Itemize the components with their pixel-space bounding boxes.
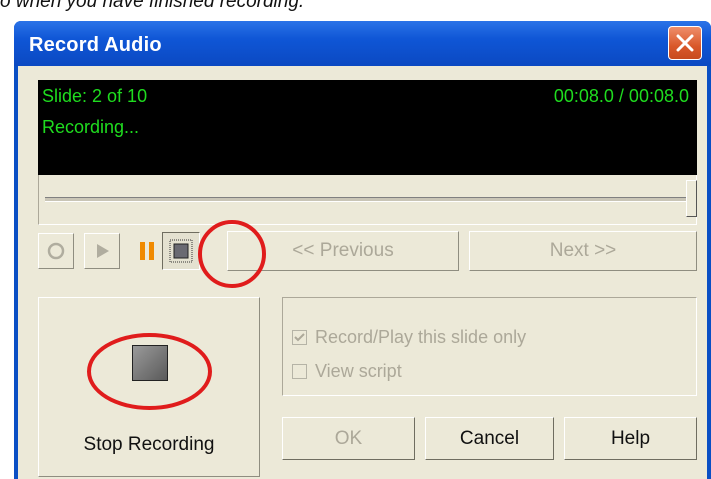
window-title: Record Audio (29, 34, 162, 56)
recording-status: Recording... (42, 117, 140, 137)
view-script-label: View script (315, 361, 402, 381)
highlight-circle-stop-button (198, 220, 266, 288)
play-button[interactable] (84, 233, 120, 269)
record-circle-icon (47, 242, 65, 260)
play-triangle-icon (97, 244, 109, 258)
stop-square-icon (169, 239, 193, 263)
record-audio-dialog: Record Audio Slide: 2 of 10 00:08.0 / 00… (14, 21, 711, 479)
close-icon (676, 34, 694, 52)
options-group: Record/Play this slide only View script (282, 297, 697, 396)
cancel-button[interactable]: Cancel (425, 417, 554, 460)
slider-track (45, 197, 687, 202)
ok-button[interactable]: OK (282, 417, 415, 460)
help-button[interactable]: Help (564, 417, 697, 460)
checkmark-icon (294, 333, 305, 342)
this-slide-only-label: Record/Play this slide only (315, 327, 527, 347)
instruction-caption: o when you have finished recording. (0, 0, 305, 12)
stop-recording-label: Stop Recording (83, 434, 215, 455)
pause-button[interactable] (130, 233, 166, 269)
position-slider[interactable] (38, 175, 697, 225)
slide-indicator: Slide: 2 of 10 (42, 86, 148, 106)
record-button[interactable] (38, 233, 74, 269)
dialog-body: Slide: 2 of 10 00:08.0 / 00:08.0 Recordi… (18, 66, 707, 479)
stop-button[interactable] (162, 232, 200, 270)
this-slide-only-checkbox[interactable] (292, 330, 307, 345)
close-button[interactable] (668, 26, 702, 60)
highlight-circle-stop-icon (87, 333, 212, 410)
status-display: Slide: 2 of 10 00:08.0 / 00:08.0 Recordi… (38, 80, 697, 175)
pause-bars-icon (140, 242, 154, 260)
title-bar: Record Audio (14, 21, 711, 66)
time-readout: 00:08.0 / 00:08.0 (553, 86, 689, 106)
view-script-checkbox[interactable] (292, 364, 307, 379)
slider-thumb[interactable] (686, 180, 697, 217)
next-button[interactable]: Next >> (469, 231, 697, 271)
